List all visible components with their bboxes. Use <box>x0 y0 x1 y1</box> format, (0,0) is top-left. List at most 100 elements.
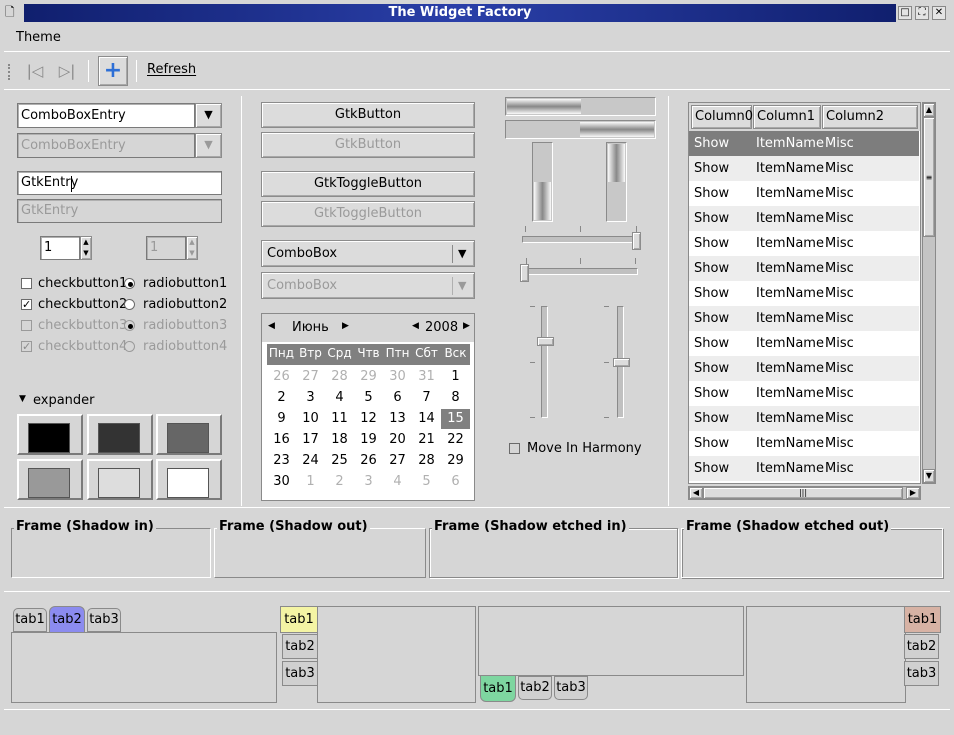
refresh-button[interactable]: Refresh <box>147 62 196 77</box>
window-menu-icon[interactable]: 🗋 <box>5 5 19 19</box>
toolbar-grip-icon[interactable] <box>8 64 12 80</box>
scroll-thumb[interactable]: ||| <box>703 487 903 499</box>
scale-slider-handle[interactable] <box>520 264 529 282</box>
tree-row[interactable]: Show ItemName Misc <box>689 181 919 206</box>
gtk-button[interactable]: GtkButton <box>261 102 475 128</box>
tree-vertical-scrollbar[interactable]: ▲ ≡ ▼ <box>922 102 936 484</box>
notebook-tab[interactable]: tab3 <box>554 676 588 700</box>
scale-slider-handle[interactable] <box>613 358 630 367</box>
tree-horizontal-scrollbar[interactable]: ◀ ||| ▶ <box>688 486 921 500</box>
notebook-tab[interactable]: tab3 <box>87 608 121 632</box>
first-button[interactable]: |◁ <box>22 59 48 83</box>
checkbox-box[interactable]: ✓ <box>21 299 32 310</box>
calendar-day[interactable]: 30 <box>267 472 296 492</box>
scroll-left-button[interactable]: ◀ <box>689 487 703 499</box>
spin-button[interactable]: 1 <box>40 236 80 260</box>
combo-box-entry[interactable]: ComboBoxEntry <box>17 103 195 128</box>
add-button[interactable]: + <box>98 56 128 86</box>
scale-slider-handle[interactable] <box>537 337 554 346</box>
horizontal-scale[interactable] <box>520 226 644 254</box>
calendar-day[interactable]: 1 <box>296 472 325 492</box>
calendar-day[interactable]: 25 <box>325 451 354 471</box>
calendar-day[interactable]: 7 <box>412 388 441 408</box>
column-header-1[interactable]: Column1 <box>753 105 821 129</box>
tree-row[interactable]: Show ItemName Misc <box>689 406 919 431</box>
color-swatch[interactable] <box>87 414 153 455</box>
tree-row[interactable]: Show ItemName Misc <box>689 356 919 381</box>
calendar-day[interactable]: 8 <box>441 388 470 408</box>
calendar-day[interactable]: 11 <box>325 409 354 429</box>
last-button[interactable]: ▷| <box>54 59 80 83</box>
color-swatch[interactable] <box>156 459 222 500</box>
gtk-entry[interactable]: GtkEntry <box>17 171 222 195</box>
combo-box[interactable]: ComboBox ▼ <box>261 240 475 267</box>
vertical-scale[interactable] <box>530 304 560 420</box>
tree-row[interactable]: Show ItemName Misc <box>689 456 919 481</box>
notebook-tab-active[interactable]: tab1 <box>280 606 318 633</box>
prev-month-icon[interactable]: ◀ <box>268 321 275 331</box>
spin-down-icon[interactable]: ▼ <box>81 248 91 259</box>
tree-row[interactable]: Show ItemName Misc <box>689 256 919 281</box>
radiobutton2[interactable]: radiobutton2 <box>122 296 232 314</box>
calendar-day[interactable]: 3 <box>354 472 383 492</box>
notebook-tab[interactable]: tab2 <box>904 634 939 659</box>
title-bar[interactable]: 🗋 The Widget Factory □ ⛶ ✕ <box>0 0 954 26</box>
scroll-thumb[interactable]: ≡ <box>923 117 935 237</box>
minimize-button[interactable]: □ <box>898 6 912 20</box>
notebook-tab[interactable]: tab1 <box>13 608 47 632</box>
tree-row-selected[interactable]: Show ItemName Misc <box>689 131 919 156</box>
maximize-button[interactable]: ⛶ <box>915 6 929 20</box>
calendar-day[interactable]: 26 <box>354 451 383 471</box>
notebook-tab-active[interactable]: tab1 <box>904 606 941 633</box>
calendar-day[interactable]: 10 <box>296 409 325 429</box>
prev-year-icon[interactable]: ◀ <box>412 321 419 331</box>
calendar-day[interactable]: 29 <box>354 367 383 387</box>
combo-box-entry-dropdown[interactable]: ▼ <box>195 103 222 128</box>
menu-theme[interactable]: Theme <box>16 30 61 45</box>
calendar-day[interactable]: 4 <box>383 472 412 492</box>
calendar-day[interactable]: 27 <box>383 451 412 471</box>
checkbutton2[interactable]: ✓ checkbutton2 <box>19 296 129 314</box>
color-swatch[interactable] <box>17 414 83 455</box>
spin-up-icon[interactable]: ▲ <box>81 237 91 248</box>
checkbox-box[interactable] <box>21 278 32 289</box>
tree-row[interactable]: Show ItemName Misc <box>689 331 919 356</box>
notebook-tab[interactable]: tab2 <box>282 634 318 659</box>
color-swatch[interactable] <box>87 459 153 500</box>
calendar-day[interactable]: 6 <box>383 388 412 408</box>
calendar-days[interactable]: 26 27 28 29 30 31 1 2 3 4 5 6 7 8 9 10 11 12 13 14 15 16 17 18 1… <box>267 367 470 497</box>
calendar-day[interactable]: 20 <box>383 430 412 450</box>
radiobutton1[interactable]: radiobutton1 <box>122 275 232 293</box>
notebook-tab-active[interactable]: tab2 <box>49 606 85 633</box>
calendar-day[interactable]: 22 <box>441 430 470 450</box>
calendar-day[interactable]: 21 <box>412 430 441 450</box>
color-swatch[interactable] <box>17 459 83 500</box>
checkbox-box[interactable] <box>509 443 520 454</box>
vertical-scale-2[interactable] <box>604 304 634 420</box>
tree-row[interactable]: Show ItemName Misc <box>689 306 919 331</box>
checkbutton1[interactable]: checkbutton1 <box>19 275 129 293</box>
tree-row[interactable]: Show ItemName Misc <box>689 431 919 456</box>
scroll-right-button[interactable]: ▶ <box>906 487 920 499</box>
calendar-day[interactable]: 5 <box>354 388 383 408</box>
next-year-icon[interactable]: ▶ <box>463 321 470 331</box>
move-in-harmony-check[interactable]: Move In Harmony <box>507 440 647 458</box>
gtk-toggle-button[interactable]: GtkToggleButton <box>261 171 475 197</box>
tree-row[interactable]: Show ItemName Misc <box>689 281 919 306</box>
tree-view[interactable]: Column0 Column1 Column2 Show ItemName Misc… <box>688 102 921 484</box>
calendar-day-selected[interactable]: 15 <box>441 409 470 429</box>
calendar-day[interactable]: 2 <box>325 472 354 492</box>
column-header-0[interactable]: Column0 <box>691 105 753 129</box>
calendar-day[interactable]: 23 <box>267 451 296 471</box>
calendar-day[interactable]: 29 <box>441 451 470 471</box>
tree-row[interactable]: Show ItemName Misc <box>689 381 919 406</box>
calendar-day[interactable]: 19 <box>354 430 383 450</box>
notebook-tab[interactable]: tab2 <box>518 676 552 700</box>
radio-circle[interactable] <box>124 278 135 289</box>
tree-row[interactable]: Show ItemName Misc <box>689 206 919 231</box>
calendar-day[interactable]: 6 <box>441 472 470 492</box>
calendar-day[interactable]: 28 <box>412 451 441 471</box>
calendar-day[interactable]: 13 <box>383 409 412 429</box>
calendar-day[interactable]: 2 <box>267 388 296 408</box>
calendar-day[interactable]: 16 <box>267 430 296 450</box>
